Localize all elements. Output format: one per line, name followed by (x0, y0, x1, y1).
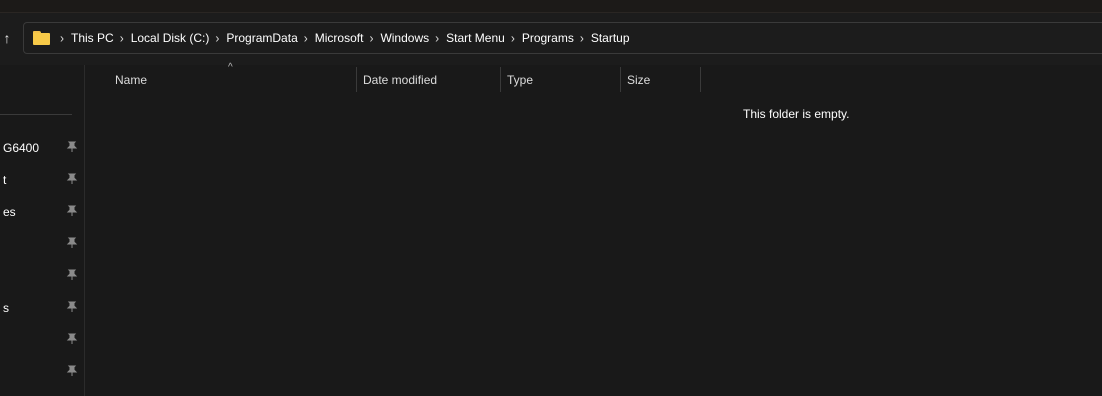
quick-access-label: es (3, 205, 16, 219)
breadcrumb-programs[interactable]: Programs (522, 31, 574, 45)
chevron-right-icon[interactable]: › (369, 30, 373, 45)
pin-icon (66, 333, 78, 344)
chevron-right-icon[interactable]: › (304, 30, 308, 45)
quick-access-label: s (3, 301, 9, 315)
column-header-date-label: Date modified (363, 73, 438, 87)
pin-icon (66, 237, 78, 248)
breadcrumb-programdata[interactable]: ProgramData (226, 31, 297, 45)
breadcrumb-this-pc[interactable]: This PC (71, 31, 114, 45)
quick-access-item[interactable] (0, 328, 84, 352)
chevron-right-icon[interactable]: › (511, 30, 515, 45)
column-header-size-label: Size (627, 73, 651, 87)
breadcrumb-startup[interactable]: Startup (591, 31, 630, 45)
quick-access-label: t (3, 173, 7, 187)
navigation-pane: G6400 t es s (0, 65, 85, 396)
column-divider[interactable] (700, 67, 701, 92)
quick-access-item[interactable]: es (0, 200, 84, 224)
folder-icon (33, 31, 51, 45)
pin-icon (66, 141, 78, 152)
title-bar-strip (0, 0, 1102, 13)
chevron-right-icon[interactable]: › (120, 30, 124, 45)
column-header-date-modified[interactable]: Date modified (357, 66, 500, 92)
breadcrumb-start-menu[interactable]: Start Menu (446, 31, 505, 45)
chevron-right-icon[interactable]: › (60, 30, 64, 45)
pin-icon (66, 173, 78, 184)
column-header-type-label: Type (507, 73, 534, 87)
column-header-type[interactable]: Type (501, 66, 620, 92)
breadcrumb: › This PC › Local Disk (C:) › ProgramDat… (54, 30, 630, 45)
pin-icon (66, 205, 78, 216)
quick-access-item[interactable]: t (0, 168, 84, 192)
pin-icon (66, 301, 78, 312)
pin-icon (66, 269, 78, 280)
breadcrumb-local-disk[interactable]: Local Disk (C:) (131, 31, 210, 45)
empty-folder-message: This folder is empty. (743, 107, 850, 121)
quick-access-item[interactable]: s (0, 296, 84, 320)
quick-access-label: G6400 (3, 141, 40, 155)
quick-access-item[interactable] (0, 232, 84, 256)
breadcrumb-windows[interactable]: Windows (380, 31, 429, 45)
address-bar[interactable]: › This PC › Local Disk (C:) › ProgramDat… (23, 22, 1102, 54)
column-header-name-label: Name (115, 73, 148, 87)
quick-access-item[interactable] (0, 264, 84, 288)
quick-access-item[interactable]: G6400 (0, 136, 84, 160)
up-arrow-icon: ↑ (3, 30, 11, 46)
chevron-right-icon[interactable]: › (215, 30, 219, 45)
chevron-right-icon[interactable]: › (435, 30, 439, 45)
column-header-name[interactable]: Name (109, 66, 356, 92)
nav-divider (0, 114, 72, 115)
pin-icon (66, 365, 78, 376)
up-arrow-button[interactable]: ↑ (0, 26, 14, 50)
breadcrumb-microsoft[interactable]: Microsoft (315, 31, 364, 45)
column-header-size[interactable]: Size (621, 66, 700, 92)
chevron-right-icon[interactable]: › (580, 30, 584, 45)
quick-access-item[interactable] (0, 360, 84, 384)
